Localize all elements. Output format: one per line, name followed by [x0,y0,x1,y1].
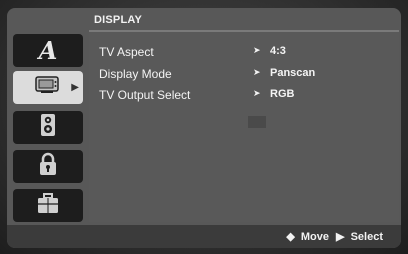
pointer-icon: ➤ [253,67,261,77]
sidebar-item-display[interactable]: ▶ [13,71,83,104]
setting-value[interactable]: RGB [270,88,294,100]
speaker-icon [39,113,57,142]
padlock-icon [38,152,58,181]
menu-title: DISPLAY [94,14,143,26]
value-list-marker [248,116,266,128]
category-sidebar: A ▶ [13,34,87,224]
tv-screen: DISPLAY A ▶ TV Aspect ➤ 4:3 Display Mode… [0,0,408,254]
footer-bar: ◆ Move ▶ Select [7,225,401,248]
navigation-hint: ◆ Move ▶ Select [283,230,383,243]
setting-label: Display Mode [99,67,172,81]
setting-label: TV Output Select [99,88,191,102]
pointer-icon: ➤ [253,45,261,55]
setting-label: TV Aspect [99,45,154,59]
setting-row-display-mode[interactable]: Display Mode ➤ Panscan [99,67,399,83]
selected-arrow-icon: ▶ [71,82,79,93]
settings-panel: TV Aspect ➤ 4:3 Display Mode ➤ Panscan T… [89,32,399,222]
setting-value[interactable]: 4:3 [270,45,286,57]
select-label: Select [350,231,383,243]
sidebar-item-audio[interactable] [13,111,83,144]
language-icon: A [38,36,58,65]
setting-row-tv-aspect[interactable]: TV Aspect ➤ 4:3 [99,45,399,61]
move-label: Move [300,231,329,243]
sidebar-item-language[interactable]: A [13,34,83,67]
move-icon: ◆ [286,231,295,243]
sidebar-item-lock[interactable] [13,150,83,183]
select-icon: ▶ [336,231,345,243]
pointer-icon: ➤ [253,88,261,98]
tv-icon [35,75,61,100]
setting-value[interactable]: Panscan [270,67,315,79]
briefcase-icon [37,192,59,219]
setting-row-tv-output-select[interactable]: TV Output Select ➤ RGB [99,88,399,104]
sidebar-item-others[interactable] [13,189,83,222]
